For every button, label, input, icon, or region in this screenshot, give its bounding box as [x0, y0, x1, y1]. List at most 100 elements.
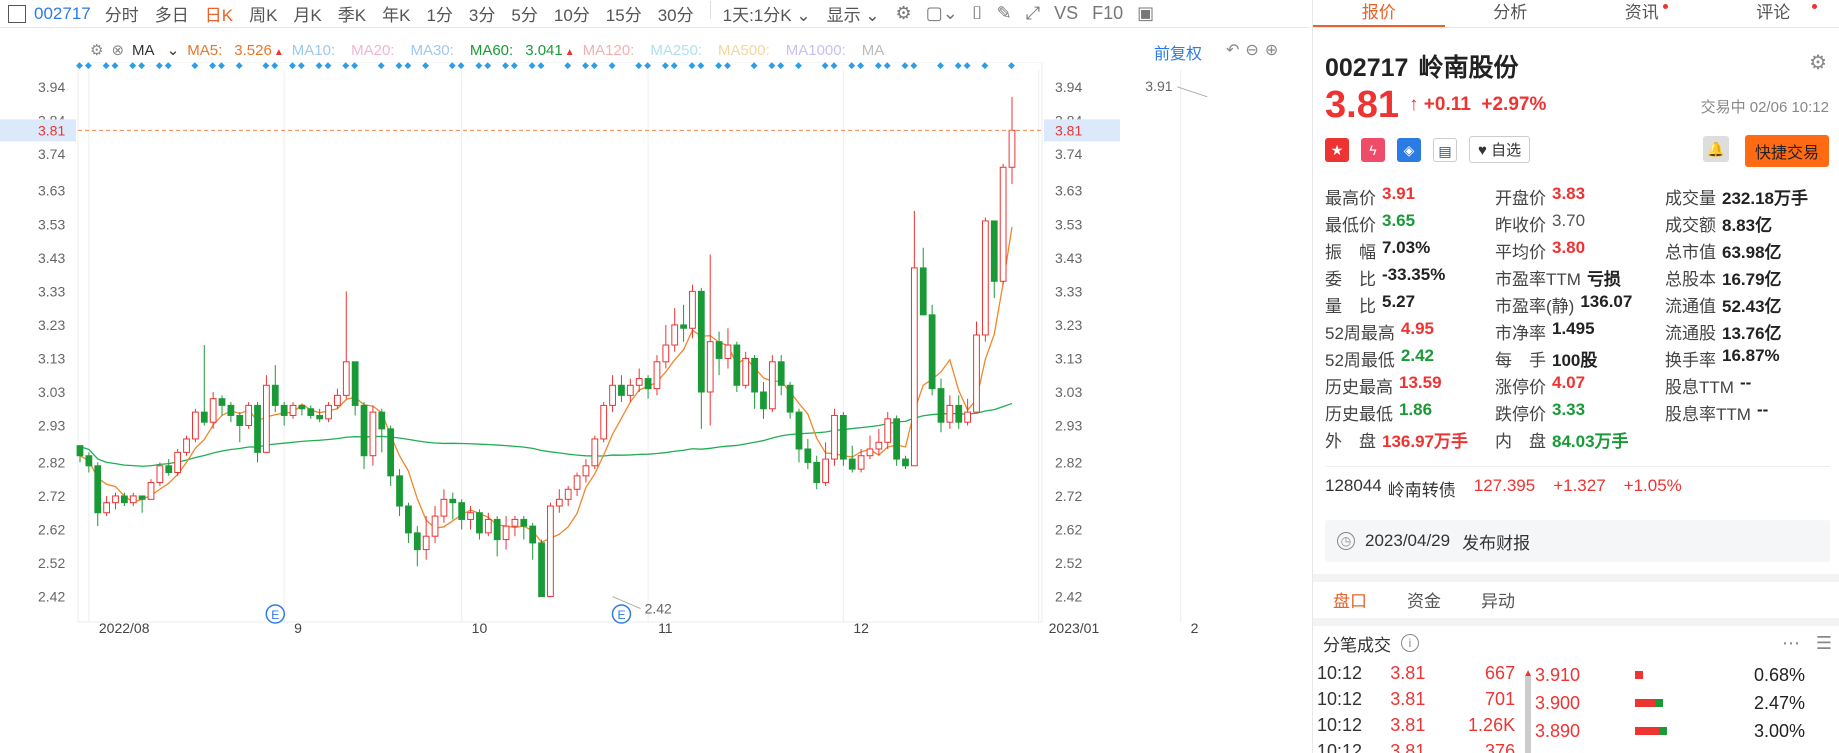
stat-label: 昨收价: [1495, 216, 1546, 235]
sub-tab[interactable]: 异动: [1481, 587, 1515, 612]
note-icon[interactable]: ▤: [1433, 137, 1457, 162]
ma-item[interactable]: MA30:: [410, 42, 461, 59]
info-icon[interactable]: i: [1401, 634, 1419, 652]
ma-item[interactable]: MA1000:: [786, 42, 854, 59]
ma-item[interactable]: MA250:: [650, 42, 710, 59]
period-tab[interactable]: 年K: [382, 1, 410, 26]
sub-tab[interactable]: 盘口: [1333, 587, 1367, 612]
f10-button[interactable]: F10: [1092, 3, 1123, 24]
more-icon[interactable]: ⋯: [1782, 633, 1800, 654]
signal-diamond-icon: ◆: [502, 62, 509, 70]
signal-diamond-icon: ◆: [795, 62, 802, 70]
adjust-select[interactable]: 前复权: [1154, 40, 1202, 64]
y-tick-left: 2.42: [38, 589, 65, 605]
ma-type-select[interactable]: MA ⌄: [132, 41, 179, 59]
signal-diamond-icon: ◆: [342, 62, 349, 70]
period-tab[interactable]: 季K: [338, 1, 366, 26]
interval-select[interactable]: 1天:1分K ⌄: [723, 1, 811, 26]
draw-pen-icon[interactable]: ✎: [997, 3, 1012, 24]
quick-trade-button[interactable]: 快捷交易: [1745, 135, 1830, 167]
ma-settings-icon[interactable]: ⚙: [90, 41, 103, 59]
tick-price: 3.81: [1390, 740, 1426, 753]
tick-volume: 667: [1485, 662, 1516, 683]
ma-item[interactable]: MA: [862, 42, 893, 59]
signal-diamond-icon: ◆: [688, 62, 695, 70]
candle-body: [476, 512, 483, 534]
settings-icon[interactable]: ⚙: [896, 3, 912, 24]
list-icon[interactable]: ☰: [1816, 633, 1832, 654]
vs-compare-button[interactable]: VS: [1054, 3, 1078, 24]
zoom-in-icon[interactable]: ⊕: [1265, 42, 1284, 59]
panel-toggle-icon[interactable]: [8, 4, 26, 23]
chart-controls: ↶⊖⊕: [1226, 40, 1284, 60]
china-flag-icon[interactable]: ★: [1325, 137, 1349, 162]
period-tab[interactable]: 月K: [293, 1, 321, 26]
period-tab[interactable]: 周K: [249, 1, 277, 26]
ma-item[interactable]: MA10:: [292, 42, 343, 59]
signal-diamond-icon: ◆: [635, 62, 642, 70]
signal-diamond-icon: ◆: [822, 62, 829, 70]
ma-item[interactable]: MA120:: [583, 42, 643, 59]
candle-body: [768, 361, 776, 410]
signal-diamond-icon: ◆: [351, 62, 358, 70]
indicator-box-icon[interactable]: ▢⌄: [926, 3, 958, 24]
fullscreen-icon[interactable]: ⤢: [1026, 3, 1040, 24]
stat-label: 成交额: [1665, 216, 1716, 235]
stock-code-link[interactable]: 002717: [34, 4, 91, 24]
stat-label: 市盈率(静): [1495, 297, 1575, 316]
ticks-scrollbar[interactable]: [1525, 676, 1531, 753]
panel-settings-icon[interactable]: ⚙: [1809, 50, 1827, 75]
signal-diamond-icon: ◆: [156, 62, 163, 70]
kline-chart[interactable]: 3.943.943.843.843.743.743.633.633.533.53…: [0, 62, 1310, 753]
signal-diamond-icon: ◆: [289, 62, 296, 70]
zoom-out-icon[interactable]: ⊖: [1245, 42, 1264, 59]
ma-label: MA250:: [650, 41, 703, 59]
candle-body: [697, 290, 705, 393]
y-tick-right: 3.23: [1055, 317, 1082, 333]
ma-item[interactable]: MA60: 3.041 ▲: [470, 42, 575, 59]
sidebar-icon[interactable]: ▣: [1137, 3, 1154, 24]
add-watchlist-button[interactable]: ♥ 自选: [1469, 136, 1531, 163]
period-tab[interactable]: 多日: [155, 1, 189, 26]
ma-item[interactable]: MA20:: [351, 42, 402, 59]
signal-diamond-icon: ◆: [511, 62, 518, 70]
stat-value: 2.42: [1400, 346, 1435, 365]
dist-pct: 3.00%: [1753, 720, 1805, 741]
period-tab[interactable]: 5分: [511, 1, 537, 26]
tick-row: 10:12 3.81 667 ▲: [1313, 660, 1533, 686]
ma-item[interactable]: MA500:: [718, 42, 778, 59]
period-tab[interactable]: 1分: [426, 1, 452, 26]
camera-icon[interactable]: ⌷: [972, 3, 983, 24]
period-tab[interactable]: 日K: [205, 1, 233, 26]
quote-tab[interactable]: 资讯: [1576, 0, 1708, 27]
period-tab[interactable]: 3分: [469, 1, 495, 26]
period-tab[interactable]: 10分: [554, 1, 590, 26]
display-menu[interactable]: 显示 ⌄: [827, 1, 880, 26]
candle-body: [866, 448, 874, 457]
period-tab[interactable]: 分时: [105, 1, 139, 26]
x-tick: 9: [294, 620, 302, 636]
undo-icon[interactable]: ↶: [1226, 42, 1245, 59]
lightning-icon[interactable]: ϟ: [1361, 137, 1385, 162]
stat-value: 16.87%: [1722, 346, 1780, 365]
candle-body: [192, 411, 199, 440]
quote-tab[interactable]: 评论: [1708, 0, 1839, 27]
period-tab[interactable]: 15分: [606, 1, 642, 26]
quote-tab[interactable]: 报价: [1313, 0, 1445, 27]
ma-close-icon[interactable]: ⊗: [111, 41, 124, 59]
sub-tab[interactable]: 资金: [1407, 587, 1441, 612]
candle-body: [467, 512, 474, 520]
stat-cell: 平均价 3.80: [1495, 238, 1665, 263]
signal-diamond-icon: ◆: [768, 62, 775, 70]
ticks-title: 分笔成交: [1323, 635, 1391, 655]
bell-icon[interactable]: 🔔: [1703, 136, 1729, 162]
report-notice[interactable]: ◷ 2023/04/29 发布财报: [1325, 520, 1830, 562]
ma-item[interactable]: MA5: 3.526 ▲: [187, 42, 283, 59]
y-tick-left: 3.43: [38, 250, 65, 266]
tag-icon[interactable]: ◈: [1397, 137, 1421, 162]
ticks-list: 10:123.81667▲10:123.81701▲10:123.811.26K…: [1313, 660, 1533, 753]
period-tab[interactable]: 30分: [658, 1, 694, 26]
quote-tab[interactable]: 分析: [1445, 0, 1577, 27]
candle-body: [342, 361, 350, 396]
convertible-bond-row[interactable]: 128044 岭南转债 127.395 +1.327 +1.05%: [1325, 476, 1700, 501]
